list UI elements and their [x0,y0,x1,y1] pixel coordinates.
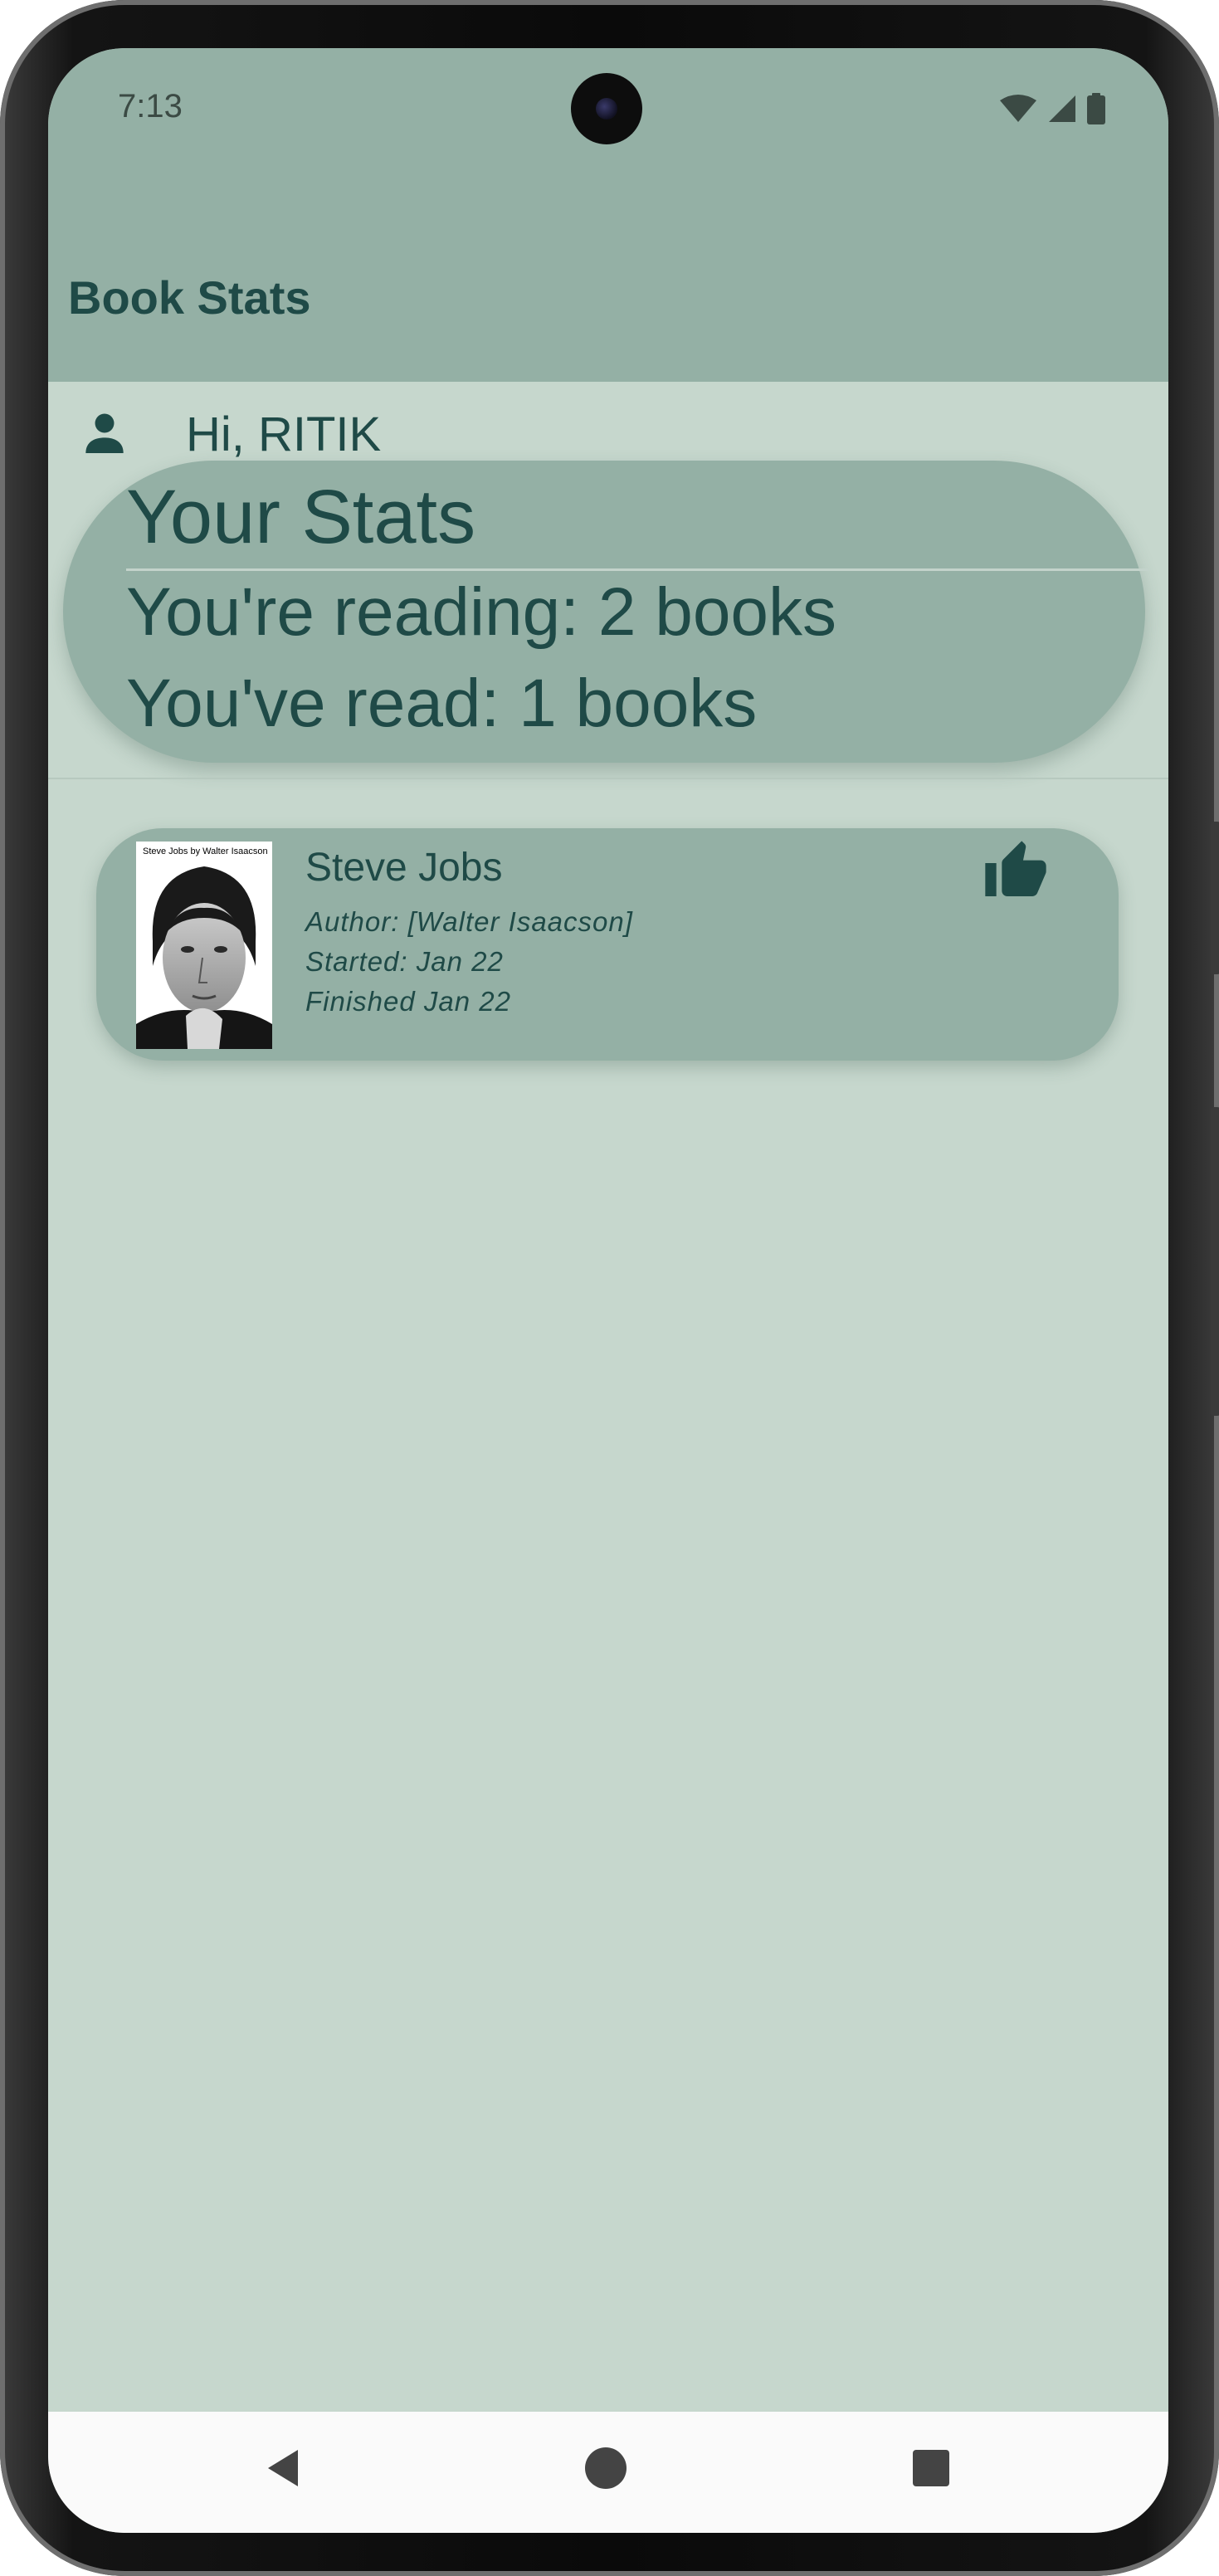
cellular-signal-icon [1049,95,1075,122]
greeting-text: Hi, RITIK [186,407,382,461]
home-circle-icon[interactable] [581,2443,631,2493]
book-author: Author: [Walter Isaacson] [305,906,633,937]
power-button [1211,822,1219,974]
book-title: Steve Jobs [305,846,503,890]
app-title: Book Stats [68,271,311,324]
recents-square-icon[interactable] [906,2443,956,2493]
wifi-icon [1000,95,1036,122]
book-started-date: Started: Jan 22 [305,946,504,977]
reading-count: You're reading: 2 books [126,574,837,650]
person-icon [85,413,124,453]
thumb-up-icon[interactable] [983,838,1049,905]
stats-card: Your Stats You're reading: 2 books You'v… [63,461,1148,763]
back-triangle-icon[interactable] [260,2443,310,2493]
section-divider [48,778,1168,779]
stats-title: Your Stats [126,475,476,559]
battery-icon [1087,93,1105,124]
book-cover-image: Steve Jobs by Walter Isaacson [136,842,272,1049]
status-bar: 7:13 [48,48,1168,173]
read-count: You've read: 1 books [126,666,758,741]
screen: 7:13 Book Stats Hi, RITIK Your Stats You… [48,48,1168,2533]
volume-button [1211,1107,1219,1416]
phone-frame: 7:13 Book Stats Hi, RITIK Your Stats You… [0,0,1219,2576]
status-time: 7:13 [118,88,183,124]
system-nav-bar [48,2412,1168,2533]
book-cover-portrait [136,866,272,1049]
app-bar: Book Stats [48,173,1168,382]
stats-divider [126,568,1148,571]
status-icons [999,93,1105,124]
book-finished-date: Finished Jan 22 [305,986,511,1017]
book-card[interactable]: Steve Jobs by Walter Isaacson Steve Jobs… [96,828,1119,1061]
front-camera [571,73,642,144]
